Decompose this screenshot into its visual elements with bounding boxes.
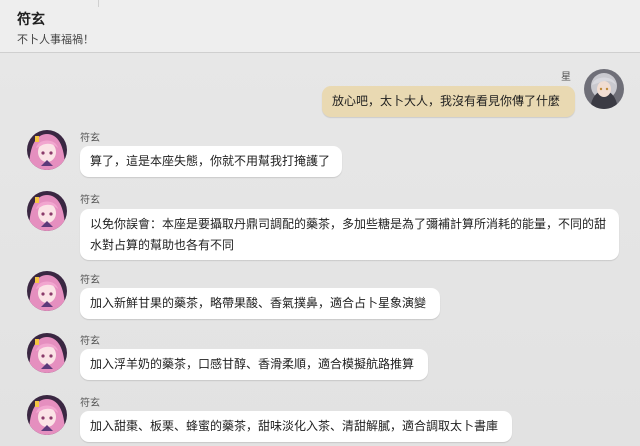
message-bubble[interactable]: 加入新鮮甘果的藥茶，略帶果酸、香氣撲鼻，適合占卜星象演變 [80,288,440,319]
fu-xuan-avatar[interactable] [27,130,67,170]
message-bubble[interactable]: 以免你誤會：本座是要攝取丹鼎司調配的藥茶，多加些糖是為了彌補計算所消耗的能量，不… [80,209,619,260]
message-sender: 星 [561,72,571,83]
message-sender: 符玄 [80,195,100,206]
message-bubble[interactable]: 算了，這是本座失態，你就不用幫我打掩護了 [80,146,342,177]
fu-xuan-avatar[interactable] [27,395,67,435]
message-sender: 符玄 [80,275,100,286]
contact-signature: 不卜人事福禍！ [17,33,94,46]
message-bubble[interactable]: 加入甜棗、板栗、蜂蜜的藥茶，甜味淡化入茶、清甜解膩，適合調取太卜書庫 [80,411,512,442]
stelle-avatar[interactable] [584,69,624,109]
fu-xuan-avatar[interactable] [27,271,67,311]
chat-header: 符玄 不卜人事福禍！ [0,0,640,52]
message-bubble-outgoing[interactable]: 放心吧，太卜大人，我沒有看見你傳了什麼 [322,86,575,117]
header-divider-notch [98,0,99,7]
message-sender: 符玄 [80,133,100,144]
message-bubble[interactable]: 加入浮羊奶的藥茶，口感甘醇、香滑柔順，適合模擬航路推算 [80,349,428,380]
fu-xuan-avatar[interactable] [27,191,67,231]
message-list[interactable]: 星 放心吧，太卜大人，我沒有看見你傳了什麼 符玄 算了，這是本座失態，你就不用幫… [0,53,640,446]
message-sender: 符玄 [80,336,100,347]
message-sender: 符玄 [80,398,100,409]
contact-name: 符玄 [17,12,45,28]
fu-xuan-avatar[interactable] [27,333,67,373]
